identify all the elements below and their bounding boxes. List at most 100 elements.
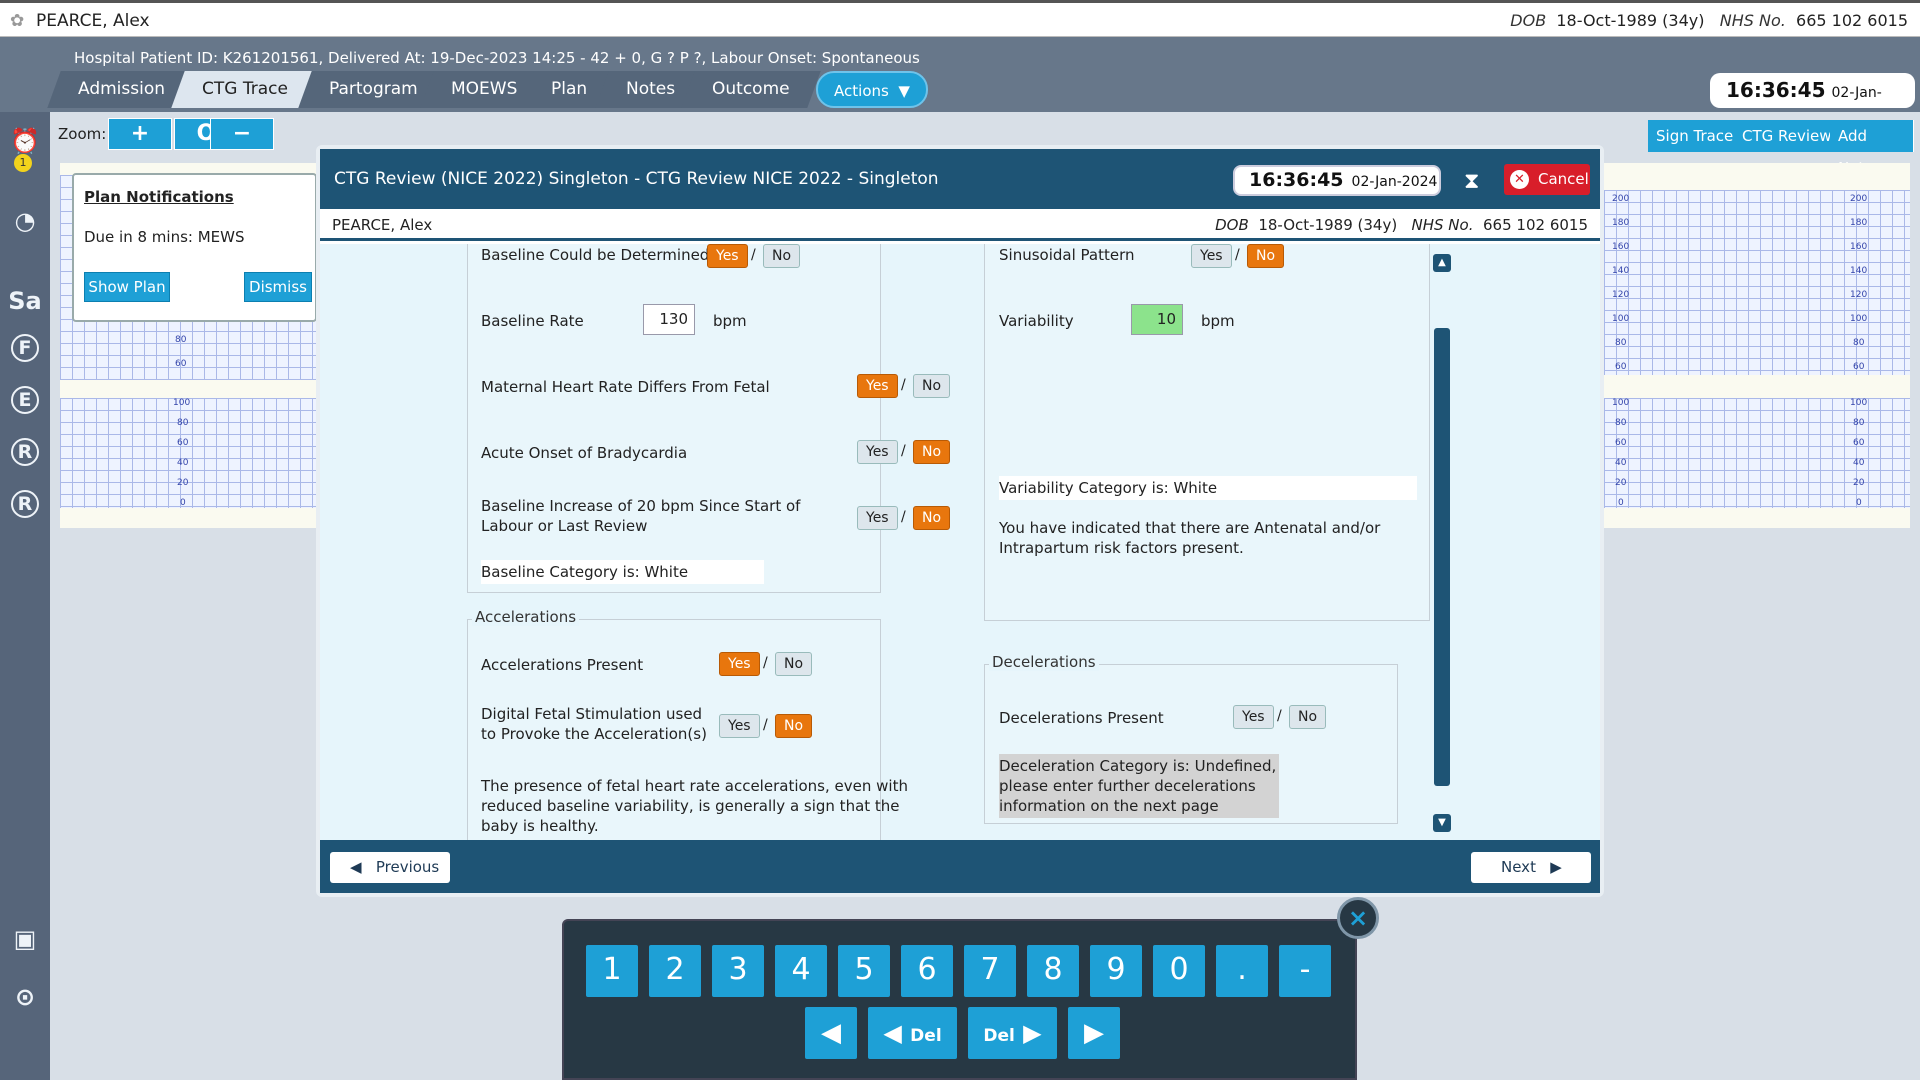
delete-left-button[interactable]: ◀ Del: [868, 1007, 957, 1059]
keypad-close-icon[interactable]: ×: [1337, 897, 1379, 939]
variability-input[interactable]: 10: [1131, 304, 1183, 335]
dob-label: DOB: [1510, 11, 1547, 30]
separator: /: [901, 509, 906, 525]
baseline-determined-no[interactable]: No: [763, 244, 801, 268]
sign-trace-button[interactable]: Sign Trace: [1648, 120, 1743, 152]
baseline-rate-input[interactable]: 130: [643, 304, 695, 335]
maternal-hr-no[interactable]: No: [913, 374, 951, 398]
accelerations-present-label: Accelerations Present: [481, 656, 644, 674]
modal-footer: ◀ Previous Next ▶: [320, 840, 1600, 893]
key-6[interactable]: 6: [901, 945, 953, 997]
left-rail: ⏰ 1 ◔ Sa F E R R ▣ ⊙: [0, 112, 50, 1080]
fhr-tick: 80: [175, 335, 187, 345]
bradycardia-label: Acute Onset of Bradycardia: [481, 444, 688, 462]
rail-item-f[interactable]: F: [11, 334, 39, 362]
toco-tick: 40: [1853, 458, 1865, 468]
key-4[interactable]: 4: [775, 945, 827, 997]
tab-ctg-trace[interactable]: CTG Trace: [171, 71, 319, 108]
separator: /: [763, 717, 768, 733]
actions-button[interactable]: Actions ▼: [816, 71, 928, 108]
cursor-right-icon[interactable]: ▶: [1068, 1007, 1120, 1059]
gauge-icon[interactable]: ◔: [6, 202, 44, 240]
scrollbar-thumb[interactable]: [1434, 328, 1450, 786]
separator: /: [1235, 247, 1240, 263]
presentation-icon[interactable]: ▣: [6, 920, 44, 958]
rail-item-sa[interactable]: Sa: [6, 282, 44, 320]
key-minus[interactable]: -: [1279, 945, 1331, 997]
baseline-determined-yes[interactable]: Yes: [707, 244, 748, 268]
key-9[interactable]: 9: [1090, 945, 1142, 997]
toco-grid-right: 100 80 60 40 20 0 100 80 60 40 20 0: [1604, 398, 1910, 508]
fhr-tick: 180: [1612, 218, 1630, 228]
toco-tick: 100: [1850, 398, 1868, 408]
filter-icon[interactable]: ⧗: [1464, 169, 1479, 194]
maternal-hr-yes[interactable]: Yes: [857, 374, 898, 398]
accelerations-present-no[interactable]: No: [775, 652, 813, 676]
decelerations-present-yes[interactable]: Yes: [1233, 705, 1274, 729]
bradycardia-no[interactable]: No: [913, 440, 951, 464]
fhr-tick: 160: [1612, 242, 1630, 252]
dismiss-button[interactable]: Dismiss: [244, 272, 312, 302]
separator: /: [763, 655, 768, 671]
key-2[interactable]: 2: [649, 945, 701, 997]
cursor-left-icon[interactable]: ◀: [805, 1007, 857, 1059]
fhr-tick: 200: [1850, 194, 1868, 204]
zoom-out-button[interactable]: −: [210, 118, 274, 150]
delete-right-button[interactable]: Del ▶: [968, 1007, 1057, 1059]
key-1[interactable]: 1: [586, 945, 638, 997]
scroll-up-icon[interactable]: ▲: [1433, 254, 1451, 272]
baseline-rate-label: Baseline Rate: [481, 312, 584, 330]
sinusoidal-no[interactable]: No: [1247, 244, 1285, 268]
dob-value: 18-Oct-1989 (34y): [1556, 11, 1705, 30]
scroll-down-icon[interactable]: ▼: [1433, 814, 1451, 832]
baseline-increase-yes[interactable]: Yes: [857, 506, 898, 530]
cancel-button[interactable]: ✕ Cancel: [1504, 164, 1590, 195]
zoom-in-button[interactable]: +: [108, 118, 172, 150]
key-0[interactable]: 0: [1153, 945, 1205, 997]
review-time-field[interactable]: 16:36:45 02-Jan-2024: [1233, 165, 1441, 196]
bradycardia-yes[interactable]: Yes: [857, 440, 898, 464]
toco-tick: 100: [173, 398, 191, 408]
accelerations-present-yes[interactable]: Yes: [719, 652, 760, 676]
next-button[interactable]: Next ▶: [1471, 852, 1591, 883]
toco-tick: 20: [1615, 478, 1627, 488]
toco-tick: 40: [177, 458, 189, 468]
search-history-icon[interactable]: ⊙: [6, 978, 44, 1016]
toco-tick: 40: [1615, 458, 1627, 468]
fhr-tick: 140: [1850, 266, 1868, 276]
tab-outcome[interactable]: Outcome: [681, 71, 821, 108]
bradycardia-toggle: Yes / No: [857, 440, 957, 464]
add-note-button[interactable]: Add Note: [1830, 120, 1914, 177]
dfs-yes[interactable]: Yes: [719, 714, 760, 738]
fhr-tick: 60: [175, 359, 187, 369]
rail-item-e[interactable]: E: [11, 386, 39, 414]
decelerations-present-toggle: Yes / No: [1233, 705, 1333, 729]
key-decimal[interactable]: .: [1216, 945, 1268, 997]
key-7[interactable]: 7: [964, 945, 1016, 997]
sinusoidal-yes[interactable]: Yes: [1191, 244, 1232, 268]
caret-down-icon: ▼: [893, 82, 910, 100]
dfs-no[interactable]: No: [775, 714, 813, 738]
rail-item-r1[interactable]: R: [11, 438, 39, 466]
current-clock: 16:36:4502-Jan-2024: [1710, 73, 1915, 136]
encounter-info: Hospital Patient ID: K261201561, Deliver…: [74, 49, 920, 67]
dfs-toggle: Yes / No: [719, 714, 819, 738]
key-3[interactable]: 3: [712, 945, 764, 997]
plan-notifications-panel: Plan Notifications Due in 8 mins: MEWS S…: [72, 173, 317, 322]
rail-item-r2[interactable]: R: [11, 490, 39, 518]
previous-button[interactable]: ◀ Previous: [330, 852, 450, 883]
tab-label: MOEWS: [451, 79, 518, 99]
cancel-label: Cancel: [1538, 170, 1589, 188]
toco-grid-left: 100 80 60 40 20 0: [60, 398, 320, 508]
toco-tick: 80: [1853, 418, 1865, 428]
modal-scrollbar[interactable]: ▲ ▼: [1432, 244, 1452, 840]
tab-label: Partogram: [329, 79, 418, 99]
review-date: 02-Jan-2024: [1351, 174, 1438, 190]
key-5[interactable]: 5: [838, 945, 890, 997]
ctg-review-button[interactable]: CTG Review: [1734, 120, 1841, 152]
baseline-increase-no[interactable]: No: [913, 506, 951, 530]
decelerations-present-no[interactable]: No: [1289, 705, 1327, 729]
accelerations-note: The presence of fetal heart rate acceler…: [481, 777, 908, 835]
show-plan-button[interactable]: Show Plan: [84, 272, 170, 302]
key-8[interactable]: 8: [1027, 945, 1079, 997]
